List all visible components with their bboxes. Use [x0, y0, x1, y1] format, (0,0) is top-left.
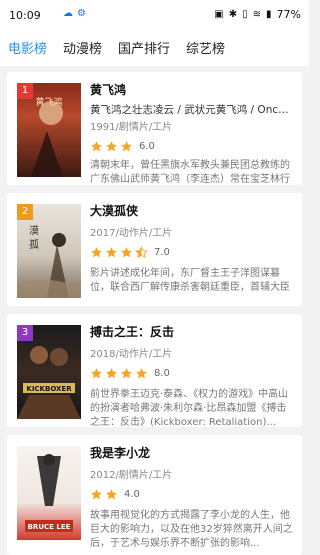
movie-description: 清朝末年，曾任黑旗水军教头兼民团总教练的广东佛山武师黄飞鸿（李连杰）常在宝芝林行…: [90, 160, 290, 185]
signal-icon: ▮: [266, 9, 272, 20]
rating-score: 8.0: [154, 367, 170, 379]
poster-art-image: BRUCE LEE: [25, 454, 73, 532]
tab-movie[interactable]: 电影榜: [0, 28, 55, 66]
movie-alias: 黄飞鸿之壮志凌云 / 武状元黄飞鸿 / Once Upon a Time in …: [90, 104, 295, 116]
movie-meta: 1991/剧情片/工片: [90, 122, 173, 133]
tab-variety[interactable]: 综艺榜: [178, 28, 233, 66]
rating-score: 7.0: [154, 246, 170, 258]
movie-card-3[interactable]: KICKBOXER 3 搏击之王：反击 2018/动作片/工片 8.0 前世界拳…: [7, 314, 302, 428]
movie-title[interactable]: 大漠孤侠: [90, 203, 295, 219]
movie-title[interactable]: 搏击之王：反击: [90, 324, 295, 340]
status-time: 10:09: [9, 9, 41, 22]
rating-score: 4.0: [124, 488, 140, 500]
vibrate-icon: ▯: [242, 9, 248, 20]
star-full-icon: [136, 367, 147, 378]
movie-poster[interactable]: 漠 孤 2: [17, 204, 81, 298]
movie-description: 影片讲述成化年间，东厂督主王子洋图谋篡位，联合西厂解传康杀害朝廷重臣，首辅大臣卢…: [90, 268, 290, 293]
notification-icons: ☁ ⚙: [63, 8, 86, 19]
movie-poster[interactable]: BRUCE LEE: [17, 446, 81, 540]
rank-badge: 2: [17, 204, 33, 220]
star-full-icon: [121, 367, 132, 378]
rating-stars: 6.0: [90, 138, 295, 154]
svg-text:黄飞鸿: 黄飞鸿: [35, 96, 62, 108]
movie-card-1[interactable]: 黄飞鸿 1 黄飞鸿 黄飞鸿之壮志凌云 / 武状元黄飞鸿 / Once Upon …: [7, 72, 302, 185]
star-full-icon: [91, 367, 102, 378]
movie-title[interactable]: 黄飞鸿: [90, 82, 295, 98]
movie-meta: 2012/剧情片/工片: [90, 470, 173, 481]
movie-card-4[interactable]: BRUCE LEE 我是李小龙 2012/剧情片/工片 4.0 故事用视觉化的方…: [7, 435, 302, 555]
movie-title[interactable]: 我是李小龙: [90, 445, 295, 461]
star-full-icon: [121, 246, 132, 257]
wifi-icon: ≋: [252, 9, 262, 20]
star-full-icon: [91, 488, 102, 499]
movie-description: 故事用视觉化的方式揭露了李小龙的人生，他巨大的影响力，以及在他32岁猝然离开人间…: [90, 510, 293, 549]
movie-meta: 2017/动作片/工片: [90, 228, 173, 239]
svg-text:KICKBOXER: KICKBOXER: [26, 385, 72, 393]
star-full-icon: [121, 140, 132, 151]
star-full-icon: [106, 367, 117, 378]
movie-poster[interactable]: KICKBOXER 3: [17, 325, 81, 419]
rating-stars: 4.0: [90, 486, 295, 502]
tab-domestic[interactable]: 国产排行: [110, 28, 178, 66]
bluetooth-icon: ✱: [228, 9, 238, 20]
star-half-icon: [135, 245, 148, 258]
rating-stars: 8.0: [90, 365, 295, 381]
system-icons: ▣ ✱ ▯ ≋ ▮ 77%: [214, 8, 301, 21]
battery-level: 77%: [276, 8, 301, 21]
weather-icon: ☁: [63, 8, 73, 19]
svg-text:漠: 漠: [29, 225, 39, 237]
movie-poster[interactable]: 黄飞鸿 1: [17, 83, 81, 177]
rank-badge: 3: [17, 325, 33, 341]
svg-text:孤: 孤: [29, 239, 39, 251]
app-icon: ⚙: [77, 8, 86, 19]
rating-stars: 7.0: [90, 244, 295, 260]
rating-score: 6.0: [139, 140, 155, 152]
star-full-icon: [106, 246, 117, 257]
rank-badge: 1: [17, 83, 33, 99]
star-full-icon: [106, 488, 117, 499]
nfc-icon: ▣: [214, 9, 224, 20]
star-full-icon: [91, 140, 102, 151]
movie-meta: 2018/动作片/工片: [90, 349, 173, 360]
star-full-icon: [91, 246, 102, 257]
movie-description: 前世界拳王迈克·泰森、《权力的游戏》中高山的扮演者哈弗波·朱利尔森·比昂森加盟《…: [90, 389, 289, 428]
tab-anime[interactable]: 动漫榜: [55, 28, 110, 66]
svg-text:BRUCE LEE: BRUCE LEE: [28, 523, 71, 531]
category-tabs: 电影榜 动漫榜 国产排行 综艺榜: [0, 28, 309, 66]
star-full-icon: [106, 140, 117, 151]
status-bar: 10:09 ☁ ⚙ ▣ ✱ ▯ ≋ ▮ 77%: [0, 0, 309, 28]
movie-card-2[interactable]: 漠 孤 2 大漠孤侠 2017/动作片/工片 7.0 影片讲述成化年间，东厂督主…: [7, 193, 302, 306]
